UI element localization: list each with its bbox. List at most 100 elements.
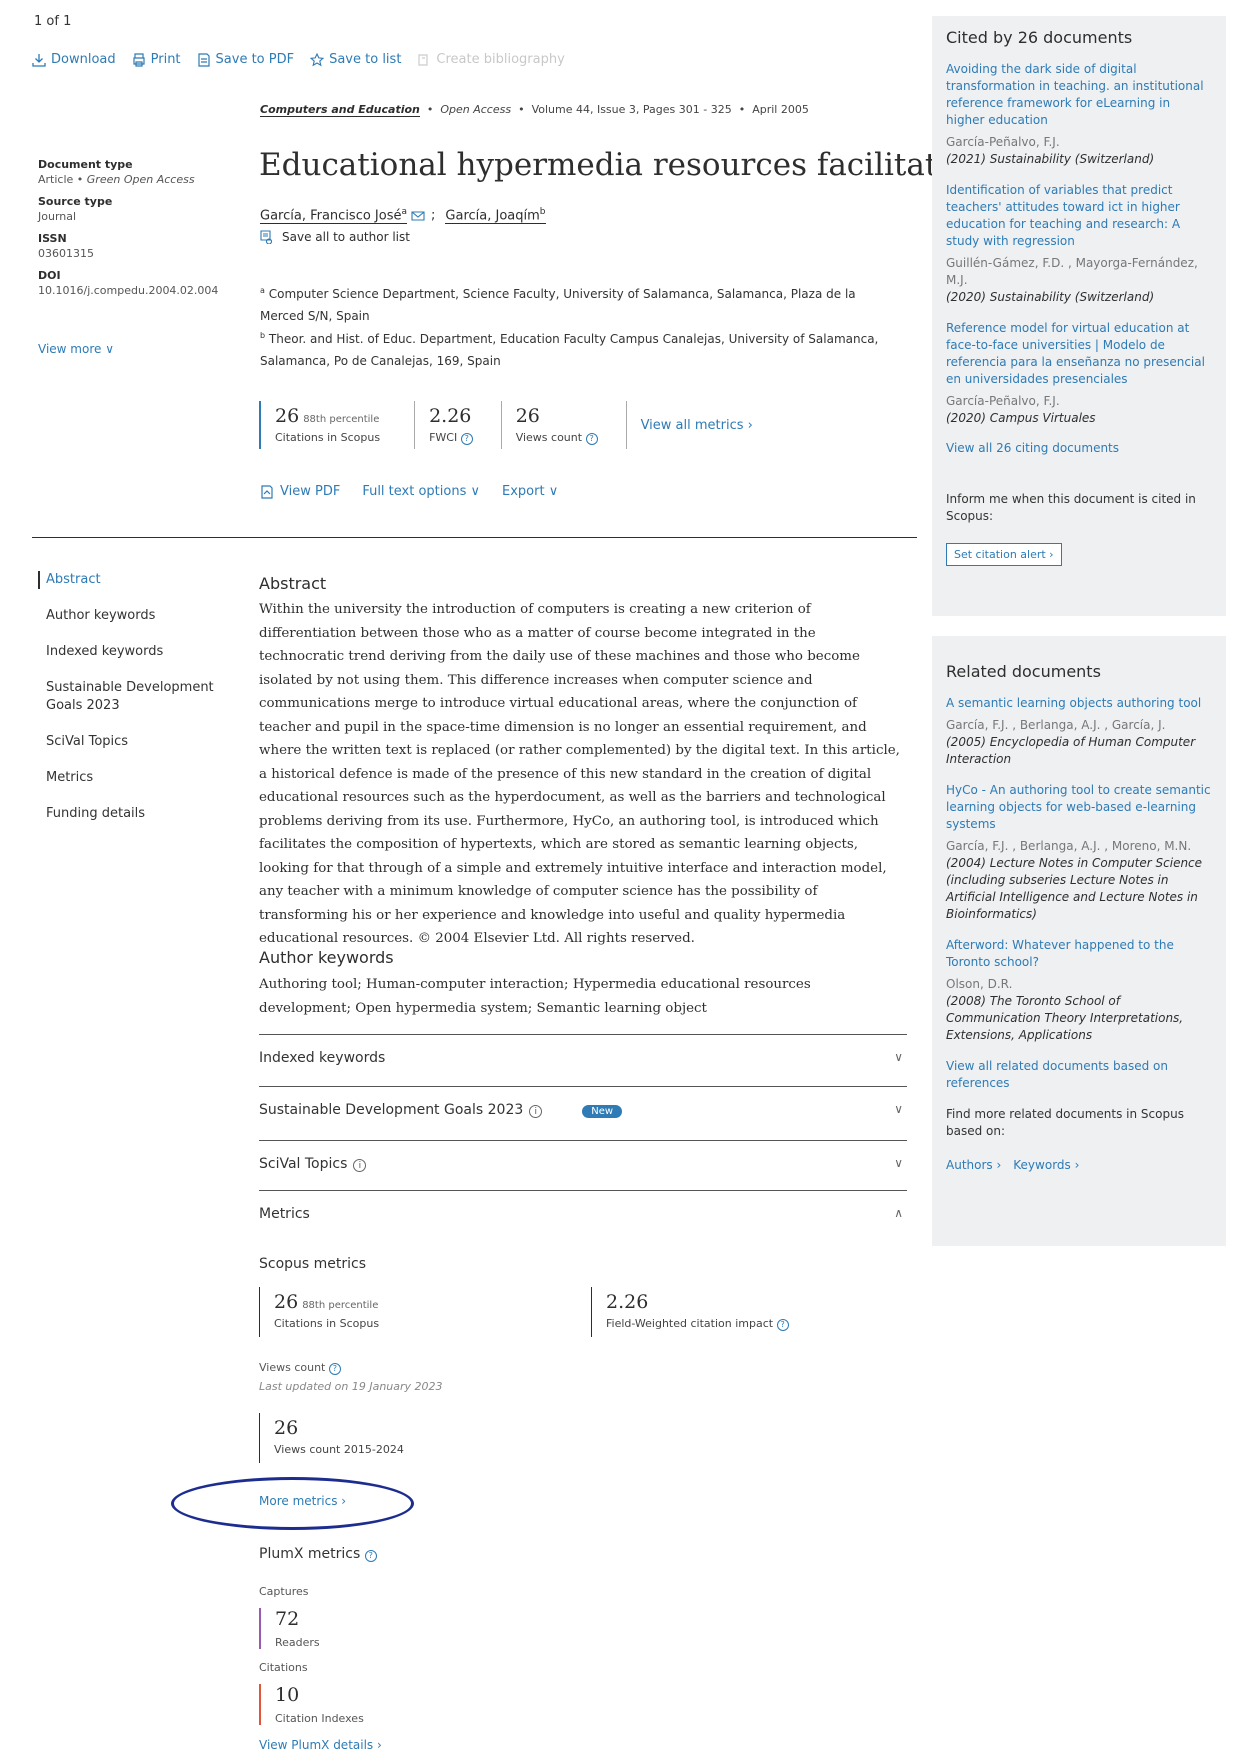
related-document-authors: García, F.J. , Berlanga, A.J. , García, …: [946, 718, 1166, 732]
view-all-metrics-link[interactable]: View all metrics ›: [625, 401, 781, 449]
related-links: Authors › Keywords ›: [946, 1158, 1212, 1172]
highlight-circle: [171, 1477, 414, 1530]
affiliation: b Theor. and Hist. of Educ. Department, …: [260, 325, 900, 372]
doi-value: 10.1016/j.compedu.2004.02.004: [38, 284, 219, 297]
nav-item-abstract[interactable]: Abstract: [38, 571, 238, 589]
info-icon[interactable]: i: [353, 1159, 367, 1172]
print-label: Print: [150, 52, 181, 67]
view-all-metrics-label: View all metrics: [640, 417, 744, 433]
action-bar: Download Print Save to PDF Save to list …: [32, 52, 565, 67]
related-document: HyCo - An authoring tool to create seman…: [946, 782, 1212, 923]
related-heading: Related documents: [946, 662, 1101, 681]
readers-value: 72: [275, 1608, 300, 1630]
author-link[interactable]: García, Joaqímb: [445, 207, 546, 225]
related-document-title[interactable]: HyCo - An authoring tool to create seman…: [946, 782, 1212, 833]
pdf-icon: [197, 52, 210, 67]
help-icon[interactable]: ?: [460, 433, 473, 445]
download-icon: [32, 53, 46, 67]
citing-document-title[interactable]: Reference model for virtual education at…: [946, 320, 1212, 388]
scopus-metrics-row: 26 88th percentile Citations in Scopus 2.…: [259, 1287, 803, 1337]
indexed-keywords-toggle[interactable]: Indexed keywords ∨: [259, 1034, 907, 1086]
full-text-label: Full text options: [362, 484, 467, 499]
abstract-heading: Abstract: [259, 574, 327, 593]
nav-item-sdg[interactable]: Sustainable Development Goals 2023: [38, 679, 238, 715]
author-keywords-heading: Author keywords: [259, 948, 394, 967]
save-author-list-button[interactable]: Save all to author list: [260, 230, 410, 244]
new-badge: New: [582, 1105, 623, 1118]
scival-label: SciVal Topics: [259, 1156, 348, 1172]
citing-document-title[interactable]: Identification of variables that predict…: [946, 182, 1212, 250]
info-icon[interactable]: i: [529, 1105, 543, 1118]
citing-document-authors: García-Peñalvo, F.J.: [946, 394, 1060, 408]
author-list-icon: [260, 230, 273, 244]
view-all-related-link[interactable]: View all related documents based on refe…: [946, 1058, 1212, 1092]
author-keywords-text: Authoring tool; Human-computer interacti…: [259, 977, 811, 1016]
download-label: Download: [51, 52, 116, 67]
view-plumx-details-link[interactable]: View PlumX details ›: [259, 1738, 382, 1752]
journal-link[interactable]: Computers and Education: [260, 103, 420, 117]
nav-item-metrics[interactable]: Metrics: [38, 769, 238, 787]
view-all-citing-link[interactable]: View all 26 citing documents: [946, 441, 1212, 455]
source-type-value: Journal: [38, 210, 77, 223]
nav-item-author-keywords[interactable]: Author keywords: [38, 607, 238, 625]
email-icon[interactable]: [411, 209, 425, 223]
view-pdf-label: View PDF: [280, 484, 341, 499]
affil-text: Computer Science Department, Science Fac…: [260, 287, 856, 323]
pdf-icon: [261, 484, 273, 499]
create-bibliography-button[interactable]: Create bibliography: [417, 52, 565, 67]
chevron-down-icon: ∨: [470, 484, 481, 499]
section-nav: Abstract Author keywords Indexed keyword…: [38, 571, 238, 841]
related-document-source: (2005) Encyclopedia of Human Computer In…: [946, 735, 1196, 766]
save-pdf-label: Save to PDF: [215, 52, 295, 67]
citations-label: Citations in Scopus: [275, 431, 381, 444]
document-title: Educational hypermedia resources facilit…: [259, 147, 971, 183]
export-button[interactable]: Export ∨: [502, 484, 558, 499]
views-label: Views count 2015-2024: [274, 1443, 404, 1456]
related-document-title[interactable]: A semantic learning objects authoring to…: [946, 695, 1212, 712]
download-button[interactable]: Download: [32, 52, 116, 67]
nav-item-funding[interactable]: Funding details: [38, 805, 238, 823]
help-icon[interactable]: ?: [585, 433, 598, 445]
create-bibliography-label: Create bibliography: [436, 52, 565, 67]
full-text-options-button[interactable]: Full text options ∨: [362, 484, 480, 499]
publication-date: April 2005: [752, 103, 809, 116]
help-icon[interactable]: ?: [364, 1550, 377, 1562]
help-icon[interactable]: ?: [776, 1319, 789, 1331]
fwci-label: Field-Weighted citation impact: [606, 1317, 774, 1330]
captures-label: Captures: [259, 1585, 309, 1598]
save-author-label: Save all to author list: [282, 230, 410, 244]
metrics-toggle[interactable]: Metrics ∧: [259, 1190, 907, 1242]
save-pdf-button[interactable]: Save to PDF: [197, 52, 295, 67]
citations-count: 26: [274, 1291, 299, 1313]
scival-toggle[interactable]: SciVal Topics i ∨: [259, 1140, 907, 1192]
chevron-down-icon: ∨: [894, 1102, 903, 1116]
views-metric: 26 Views count ?: [500, 401, 626, 449]
save-list-button[interactable]: Save to list: [310, 52, 401, 67]
chevron-up-icon: ∧: [894, 1206, 903, 1220]
nav-item-indexed-keywords[interactable]: Indexed keywords: [38, 643, 238, 661]
author-link[interactable]: García, Francisco Joséa: [260, 207, 408, 225]
citing-document: Avoiding the dark side of digital transf…: [946, 61, 1212, 168]
citing-document: Identification of variables that predict…: [946, 182, 1212, 306]
help-icon[interactable]: ?: [328, 1363, 341, 1375]
citation-indexes-value: 10: [275, 1684, 300, 1706]
fwci-metric: 2.26 Field-Weighted citation impact ?: [591, 1287, 803, 1337]
doc-type-value: Article • Green Open Access: [38, 173, 195, 186]
citations-label: Citations in Scopus: [274, 1317, 380, 1330]
view-pdf-button[interactable]: View PDF: [260, 484, 340, 499]
sdg-toggle[interactable]: Sustainable Development Goals 2023 i New ∨: [259, 1086, 907, 1138]
nav-item-scival[interactable]: SciVal Topics: [38, 733, 238, 751]
citing-document-title[interactable]: Avoiding the dark side of digital transf…: [946, 61, 1212, 129]
print-button[interactable]: Print: [132, 52, 181, 67]
related-keywords-link[interactable]: Keywords ›: [1013, 1158, 1079, 1172]
sdg-label: Sustainable Development Goals 2023: [259, 1102, 524, 1118]
set-citation-alert-button[interactable]: Set citation alert ›: [946, 543, 1062, 566]
pdf-actions: View PDF Full text options ∨ Export ∨: [260, 484, 558, 499]
related-document-title[interactable]: Afterword: Whatever happened to the Toro…: [946, 937, 1212, 971]
view-more-button[interactable]: View more ∨: [38, 342, 114, 356]
related-keywords-label: Keywords: [1013, 1158, 1071, 1172]
related-document-source: (2004) Lecture Notes in Computer Science…: [946, 856, 1203, 921]
doc-type-label: Document type: [38, 158, 133, 171]
related-authors-link[interactable]: Authors ›: [946, 1158, 1001, 1172]
divider: [32, 537, 917, 538]
